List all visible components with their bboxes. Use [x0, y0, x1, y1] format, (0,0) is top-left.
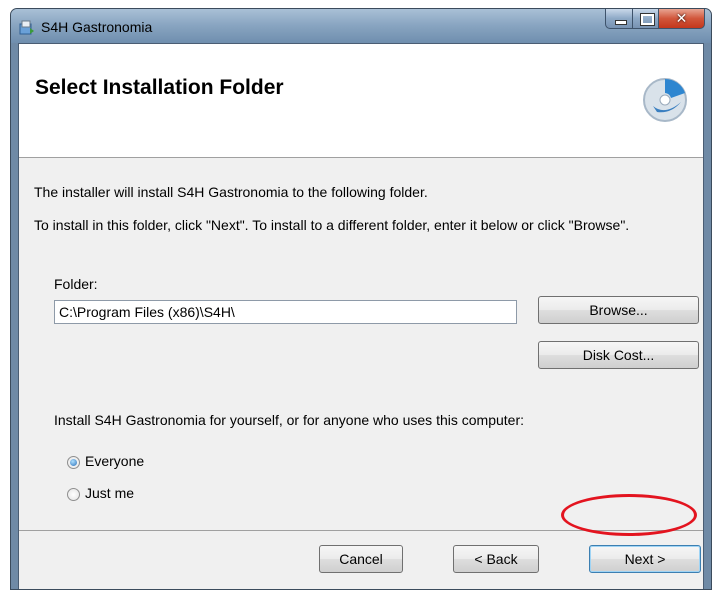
- instruction-text: To install in this folder, click "Next".…: [34, 217, 630, 233]
- just-me-radio[interactable]: [67, 488, 80, 501]
- dialog-client-area: Select Installation Folder The installer…: [18, 43, 704, 589]
- cancel-button[interactable]: Cancel: [319, 545, 403, 573]
- minimize-button[interactable]: [605, 9, 633, 29]
- folder-label: Folder:: [54, 276, 98, 292]
- dialog-header: Select Installation Folder: [19, 44, 703, 158]
- page-title: Select Installation Folder: [35, 76, 284, 99]
- everyone-label[interactable]: Everyone: [85, 453, 144, 469]
- intro-text: The installer will install S4H Gastronom…: [34, 184, 428, 200]
- window-title: S4H Gastronomia: [41, 19, 153, 35]
- next-button[interactable]: Next >: [589, 545, 701, 573]
- back-button[interactable]: < Back: [453, 545, 539, 573]
- disk-cost-button[interactable]: Disk Cost...: [538, 341, 699, 369]
- caption-buttons: ✕: [605, 9, 705, 29]
- setup-disc-icon: [643, 78, 687, 122]
- maximize-button[interactable]: [633, 9, 659, 29]
- background-margin: [0, 0, 10, 590]
- installer-window: S4H Gastronomia ✕ Select Installation Fo…: [10, 8, 712, 590]
- installer-icon: [19, 20, 34, 35]
- install-for-text: Install S4H Gastronomia for yourself, or…: [54, 412, 524, 428]
- title-bar[interactable]: S4H Gastronomia ✕: [11, 9, 711, 43]
- just-me-label[interactable]: Just me: [85, 485, 134, 501]
- footer-divider: [19, 530, 703, 531]
- everyone-radio[interactable]: [67, 456, 80, 469]
- folder-path-input[interactable]: [54, 300, 517, 324]
- close-icon: ✕: [675, 10, 688, 26]
- close-button[interactable]: ✕: [659, 9, 705, 29]
- browse-button[interactable]: Browse...: [538, 296, 699, 324]
